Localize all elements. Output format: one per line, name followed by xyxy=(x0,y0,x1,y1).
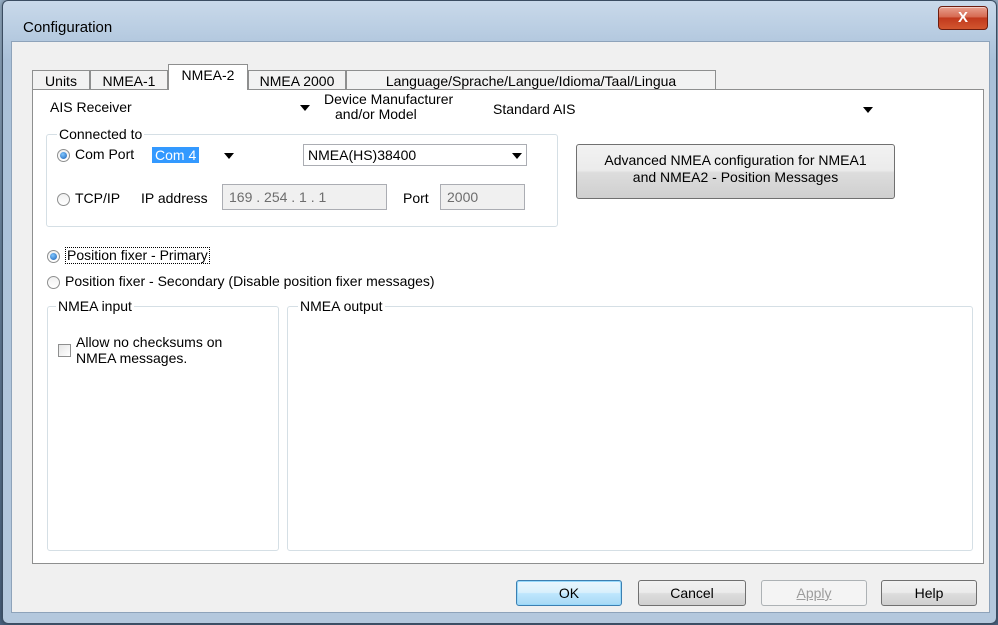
tab-nmea-2[interactable]: NMEA-2 xyxy=(168,64,248,90)
com-port-value: Com 4 xyxy=(152,147,200,163)
dialog-client-area: Units NMEA-1 NMEA-2 NMEA 2000 Language/S… xyxy=(11,41,990,613)
baud-rate-select[interactable]: NMEA(HS)38400 xyxy=(303,144,527,166)
chevron-down-icon xyxy=(224,153,234,159)
apply-button[interactable]: Apply xyxy=(761,580,867,606)
chevron-down-icon xyxy=(300,105,310,111)
tab-nmea-1[interactable]: NMEA-1 xyxy=(90,70,168,90)
com-port-radio[interactable] xyxy=(57,149,70,162)
advanced-nmea-config-button[interactable]: Advanced NMEA configuration for NMEA1 an… xyxy=(576,144,895,199)
window-title: Configuration xyxy=(23,19,113,36)
tab-label: Units xyxy=(45,73,77,89)
ip-address-label: IP address xyxy=(141,190,208,206)
close-button[interactable]: X xyxy=(938,6,988,30)
tab-label: NMEA-2 xyxy=(181,67,235,83)
manufacturer-select[interactable]: Standard AIS xyxy=(488,98,878,120)
port-label: Port xyxy=(403,190,429,206)
manufacturer-label-line2: and/or Model xyxy=(335,106,417,122)
ip-address-field[interactable]: 169 . 254 . 1 . 1 xyxy=(222,184,387,210)
cancel-button[interactable]: Cancel xyxy=(638,580,746,606)
close-icon: X xyxy=(957,9,968,26)
tab-panel-nmea-2: AIS Receiver Device Manufacturer and/or … xyxy=(32,89,984,564)
advanced-button-line1: Advanced NMEA configuration for NMEA1 xyxy=(604,152,867,168)
position-fixer-secondary-radio[interactable] xyxy=(47,276,60,289)
connected-to-group: Connected to Com Port Com 4 NMEA(HS)3840… xyxy=(46,126,558,227)
nmea-output-group: NMEA output xyxy=(287,298,973,551)
nmea-input-legend: NMEA input xyxy=(56,298,134,314)
nmea-output-legend: NMEA output xyxy=(298,298,385,314)
tcpip-label: TCP/IP xyxy=(75,190,121,206)
com-port-label: Com Port xyxy=(75,146,135,162)
port-field[interactable]: 2000 xyxy=(440,184,525,210)
tab-label: Language/Sprache/Langue/Idioma/Taal/Ling… xyxy=(385,73,677,89)
position-fixer-primary-label: Position fixer - Primary xyxy=(65,247,210,264)
checkbox-label-line1: Allow no checksums on xyxy=(76,334,223,350)
tab-label: NMEA 2000 xyxy=(259,73,335,89)
nmea-input-group: NMEA input Allow no checksums on NMEA me… xyxy=(47,298,279,551)
ok-button[interactable]: OK xyxy=(516,580,622,606)
device-type-value: AIS Receiver xyxy=(50,99,132,115)
chevron-down-icon xyxy=(863,107,873,113)
position-fixer-secondary-label: Position fixer - Secondary (Disable posi… xyxy=(65,273,435,289)
position-fixer-primary-radio[interactable] xyxy=(47,250,60,263)
manufacturer-label: Device Manufacturer and/or Model xyxy=(324,92,453,122)
tab-units[interactable]: Units xyxy=(32,70,90,90)
manufacturer-label-line1: Device Manufacturer xyxy=(324,91,454,107)
help-button[interactable]: Help xyxy=(881,580,977,606)
tab-language[interactable]: Language/Sprache/Langue/Idioma/Taal/Ling… xyxy=(346,70,716,90)
configuration-dialog: Configuration X Units NMEA-1 NMEA-2 NMEA… xyxy=(2,0,997,624)
tab-nmea-2000[interactable]: NMEA 2000 xyxy=(248,70,346,90)
tab-label: NMEA-1 xyxy=(102,73,156,89)
allow-no-checksums-label: Allow no checksums on NMEA messages. xyxy=(76,334,222,366)
device-type-select[interactable]: AIS Receiver xyxy=(45,96,315,118)
tcpip-radio[interactable] xyxy=(57,193,70,206)
allow-no-checksums-checkbox[interactable] xyxy=(58,344,71,357)
checkbox-label-line2: NMEA messages. xyxy=(76,350,188,366)
manufacturer-value: Standard AIS xyxy=(493,101,576,117)
chevron-down-icon xyxy=(512,153,522,159)
advanced-button-line2: and NMEA2 - Position Messages xyxy=(632,169,839,185)
com-port-select[interactable]: Com 4 xyxy=(147,144,239,166)
baud-rate-value: NMEA(HS)38400 xyxy=(308,147,417,163)
connected-to-legend: Connected to xyxy=(57,126,145,142)
